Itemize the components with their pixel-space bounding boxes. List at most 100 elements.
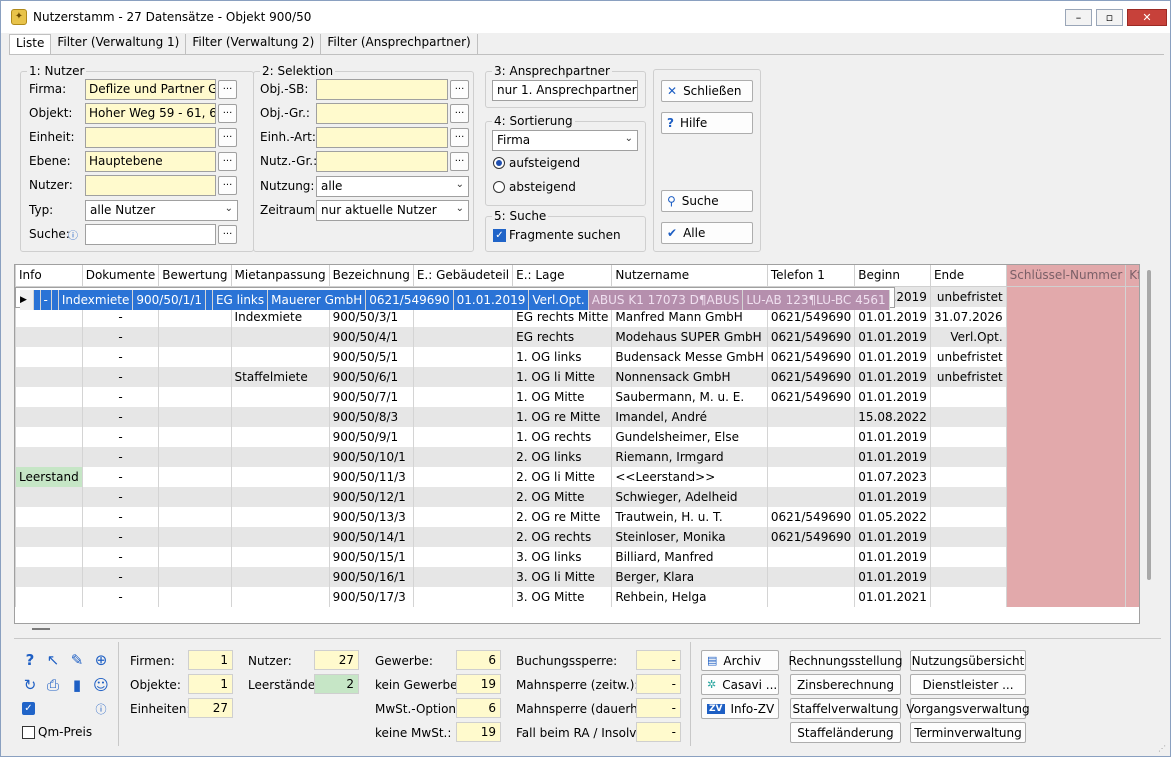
table-cell[interactable] [1125,286,1139,307]
objekt-field[interactable]: Hoher Weg 59 - 61, 67059 [85,103,216,124]
table-cell[interactable] [158,566,232,587]
rechnungsstellung-button[interactable]: Rechnungsstellung [789,650,902,671]
table-cell[interactable]: 900/50/17/3 [329,586,414,607]
table-cell[interactable] [158,526,232,547]
suche-field[interactable] [85,224,216,245]
nutzung-select[interactable]: alle ⌄ [316,176,469,197]
table-cell[interactable]: - [82,406,160,427]
table-cell[interactable] [1006,366,1127,387]
table-cell[interactable]: Manfred Mann GmbH [611,306,768,327]
table-cell[interactable]: Leerstand [15,466,83,487]
table-cell[interactable]: - [82,566,160,587]
table-cell[interactable]: 3. OG links [512,546,613,567]
table-cell[interactable] [231,426,330,447]
table-cell[interactable]: - [82,306,160,327]
table-cell[interactable] [231,346,330,367]
table-cell[interactable]: ABUS K1 17073 D¶ABUS [588,289,744,310]
table-cell[interactable]: 01.05.2022 [854,506,931,527]
vorgangsverwaltung-button[interactable]: Vorgangsverwaltung [906,698,1030,719]
table-cell[interactable] [767,446,856,467]
table-cell[interactable] [15,326,83,347]
horizontal-scroll-thumb[interactable] [32,628,50,630]
table-cell[interactable]: 01.01.2019 [854,426,931,447]
column-header[interactable]: Mietanpassung [231,265,330,287]
table-cell[interactable] [1125,346,1139,367]
table-cell[interactable] [1125,526,1139,547]
close-window-button[interactable]: ✕ [1127,9,1167,26]
fragmente-checkbox[interactable]: ✓ [493,229,506,242]
table-cell[interactable]: unbefristet [930,366,1007,387]
objgr-field[interactable] [316,103,448,124]
table-cell[interactable] [930,426,1007,447]
table-cell[interactable]: Steinloser, Monika [611,526,768,547]
column-header[interactable]: Kfz-Kennzeichen [1125,265,1139,287]
print-icon[interactable]: ⎙ [44,676,62,694]
table-cell[interactable] [413,346,514,367]
table-cell[interactable] [15,426,83,447]
table-cell[interactable]: 900/50/3/1 [329,306,414,327]
table-cell[interactable]: Budensack Messe GmbH [611,346,768,367]
table-cell[interactable]: 01.01.2019 [854,526,931,547]
column-header[interactable]: Bezeichnung [329,265,414,287]
table-cell[interactable] [231,586,330,607]
refresh-icon[interactable]: ↻ [21,676,39,694]
table-cell[interactable]: 1. OG Mitte [512,386,613,407]
table-cell[interactable] [1006,566,1127,587]
table-cell[interactable] [15,526,83,547]
table-cell[interactable]: - [82,586,160,607]
table-cell[interactable]: 01.01.2019 [854,346,931,367]
table-cell[interactable] [1125,586,1139,607]
table-cell[interactable]: unbefristet [930,346,1007,367]
einhart-field[interactable] [316,127,448,148]
table-cell[interactable]: 01.01.2019 [453,289,530,310]
table-cell[interactable] [231,326,330,347]
firma-field[interactable]: Deflize und Partner GmbH [85,79,216,100]
table-row[interactable]: - 900/50/15/1 3. OG links Billiard, Manfred… [15,546,1139,567]
table-cell[interactable] [767,426,856,447]
ansprechpartner-select[interactable]: nur 1. Ansprechpartner ⌄ [492,80,638,101]
table-cell[interactable] [413,446,514,467]
table-cell[interactable] [51,289,59,310]
column-header[interactable]: Info [15,265,83,287]
table-cell[interactable] [930,446,1007,467]
table-cell[interactable]: 3. OG Mitte [512,586,613,607]
table-cell[interactable]: 0621/549690 [767,526,856,547]
table-cell[interactable] [15,566,83,587]
table-cell[interactable] [158,366,232,387]
table-cell[interactable] [158,546,232,567]
table-cell[interactable] [231,446,330,467]
table-cell[interactable]: EG rechts [512,326,613,347]
table-cell[interactable] [1006,546,1127,567]
table-cell[interactable] [158,586,232,607]
table-cell[interactable] [1125,386,1139,407]
table-cell[interactable] [158,386,232,407]
schliessen-button[interactable]: ✕ Schließen [661,80,753,102]
table-cell[interactable] [231,486,330,507]
suche-button[interactable]: ⚲ Suche [661,190,753,212]
objsb-browse-button[interactable]: ... [450,80,469,99]
column-header[interactable]: Ende [930,265,1007,287]
table-row[interactable]: - 900/50/14/1 2. OG rechts Steinloser, Moni… [15,526,1139,547]
table-cell[interactable]: <<Leerstand>> [611,466,768,487]
table-cell[interactable] [158,326,232,347]
nutzgr-field[interactable] [316,151,448,172]
table-cell[interactable]: 01.01.2019 [854,366,931,387]
cursor-icon[interactable]: ↖ [44,651,62,669]
table-cell[interactable] [158,486,232,507]
table-cell[interactable]: 900/50/10/1 [329,446,414,467]
table-cell[interactable]: EG rechts Mitte [512,306,613,327]
resize-grip-icon[interactable]: ⋰ [1158,744,1168,754]
column-header[interactable]: E.: Lage [512,265,613,287]
info-icon[interactable]: ⓘ [68,227,78,242]
objekt-browse-button[interactable]: ... [218,104,237,123]
table-cell[interactable] [930,466,1007,487]
table-cell[interactable]: 900/50/8/3 [329,406,414,427]
dienstleister-button[interactable]: Dienstleister ... [910,674,1026,695]
table-cell[interactable] [231,546,330,567]
table-cell[interactable] [767,406,856,427]
table-cell[interactable]: 2. OG rechts [512,526,613,547]
table-cell[interactable]: Nonnensack GmbH [611,366,768,387]
table-cell[interactable]: 01.01.2021 [854,586,931,607]
table-cell[interactable] [413,506,514,527]
table-cell[interactable] [1125,466,1139,487]
